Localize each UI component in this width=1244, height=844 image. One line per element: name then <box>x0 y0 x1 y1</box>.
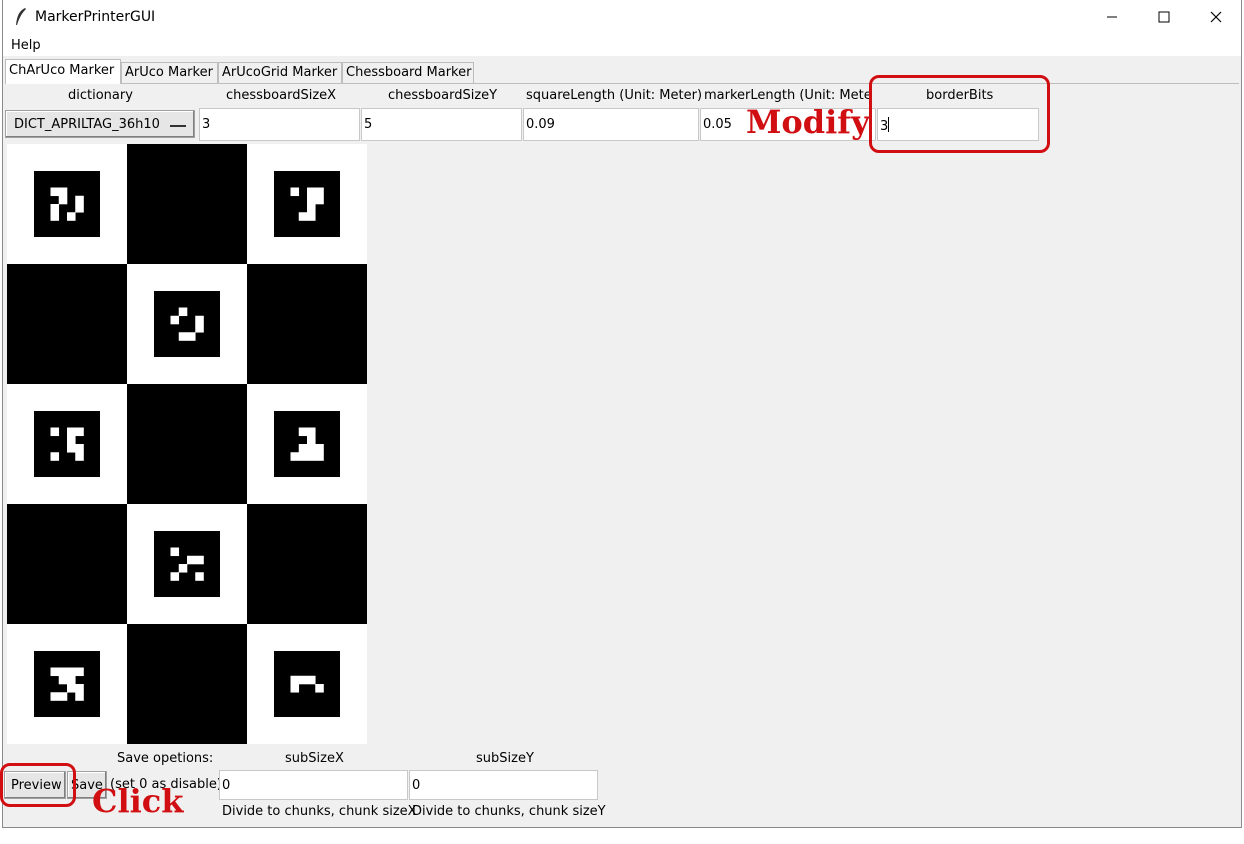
modify-annotation: Modify <box>746 103 870 141</box>
aruco-marker <box>274 171 340 237</box>
title-bar: MarkerPrinterGUI <box>3 0 1241 34</box>
dictionary-value: DICT_APRILTAG_36h10 <box>14 117 160 132</box>
black-square <box>127 624 247 744</box>
maximize-icon <box>1158 11 1170 23</box>
tab-chessboard-marker[interactable]: Chessboard Marker <box>342 62 474 83</box>
chessboard-size-x-label: chessboardSizeX <box>226 88 337 103</box>
marker-length-label: markerLength (Unit: Meter <box>704 88 872 103</box>
sub-size-x-label: subSizeX <box>285 751 344 766</box>
sub-size-y-input[interactable]: 0 <box>409 770 598 800</box>
dictionary-label: dictionary <box>68 88 133 103</box>
feather-icon <box>16 8 26 25</box>
menu-bar: Help <box>3 34 1241 56</box>
aruco-marker <box>274 651 340 717</box>
black-square <box>127 384 247 504</box>
sub-size-x-input[interactable]: 0 <box>219 770 408 800</box>
sub-size-y-hint: Divide to chunks, chunk sizeY <box>412 804 606 819</box>
window-title: MarkerPrinterGUI <box>35 9 156 25</box>
sub-size-x-hint: Divide to chunks, chunk sizeX <box>222 804 417 819</box>
minimize-button[interactable] <box>1085 0 1139 34</box>
tab-arucogrid-marker[interactable]: ArUcoGrid Marker <box>218 62 342 83</box>
black-square <box>247 504 367 624</box>
chessboard-size-x-input[interactable]: 3 <box>199 108 360 141</box>
black-square <box>7 264 127 384</box>
aruco-marker <box>34 651 100 717</box>
click-highlight-box <box>0 763 76 807</box>
aruco-marker <box>34 171 100 237</box>
modify-highlight-box <box>869 75 1050 153</box>
menu-help[interactable]: Help <box>11 38 41 53</box>
black-square <box>247 264 367 384</box>
aruco-marker <box>274 411 340 477</box>
minimize-icon <box>1107 16 1117 18</box>
close-button[interactable] <box>1189 0 1243 34</box>
save-options-label: Save opetions: <box>117 751 214 766</box>
dropdown-indicator-icon <box>170 125 186 127</box>
aruco-marker <box>154 531 220 597</box>
aruco-marker <box>154 291 220 357</box>
black-square <box>127 144 247 264</box>
chessboard-size-y-label: chessboardSizeY <box>388 88 498 103</box>
tab-charuco-marker[interactable]: ChArUco Marker <box>5 59 121 84</box>
charuco-board-preview <box>7 144 367 744</box>
aruco-marker <box>34 411 100 477</box>
dictionary-dropdown[interactable]: DICT_APRILTAG_36h10 <box>5 110 195 138</box>
chessboard-size-y-input[interactable]: 5 <box>361 108 522 141</box>
sub-size-y-label: subSizeY <box>476 751 534 766</box>
square-length-input[interactable]: 0.09 <box>523 108 699 141</box>
maximize-button[interactable] <box>1137 0 1191 34</box>
black-square <box>7 504 127 624</box>
tab-aruco-marker[interactable]: ArUco Marker <box>121 62 218 83</box>
close-icon <box>1210 11 1222 23</box>
click-annotation: Click <box>92 782 184 820</box>
square-length-label: squareLength (Unit: Meter) <box>526 88 703 103</box>
